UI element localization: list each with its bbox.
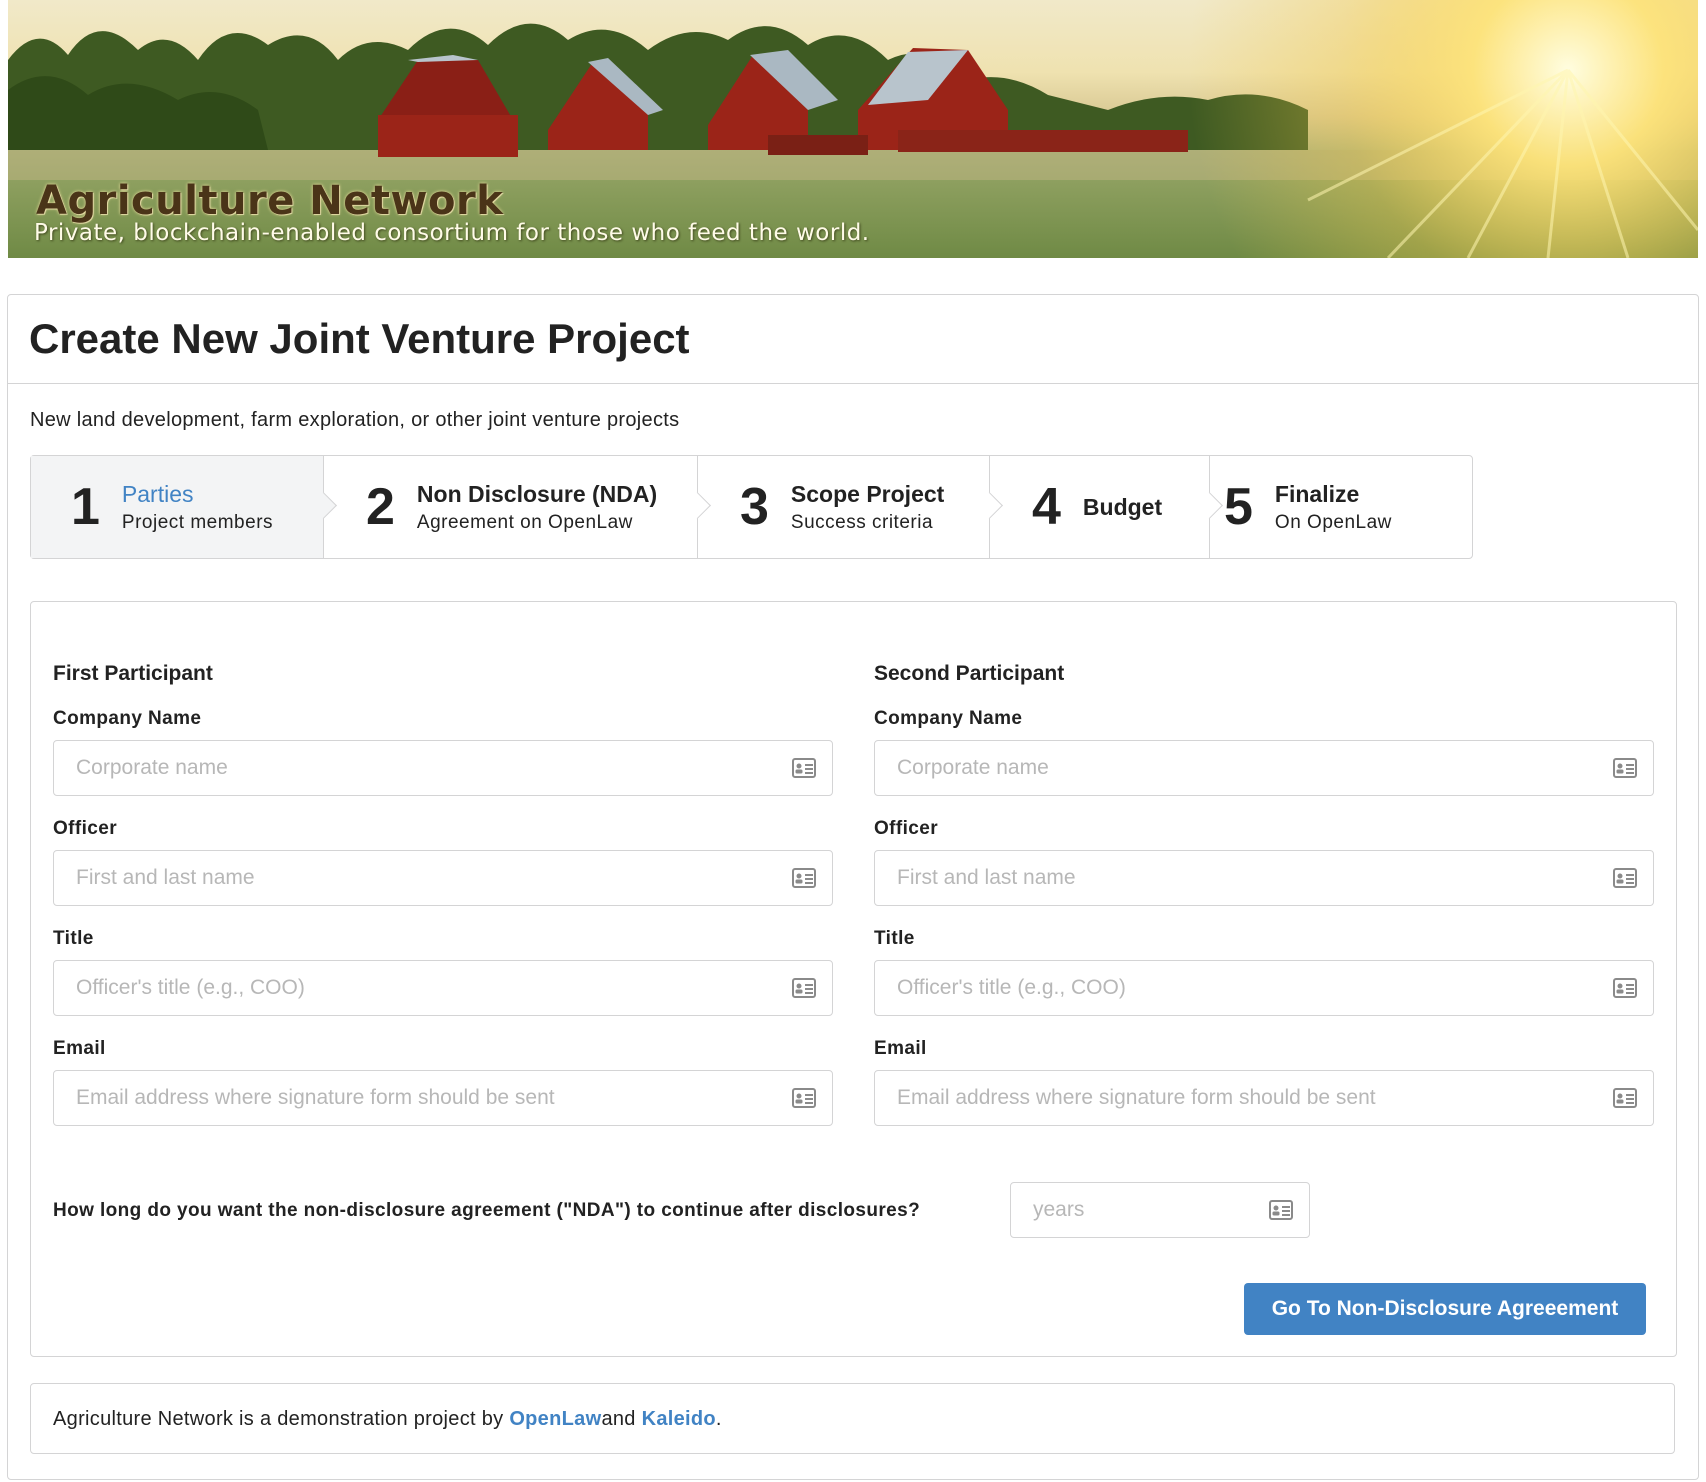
second-company-field — [874, 740, 1654, 796]
footer-text: Agriculture Network is a demonstration p… — [53, 1408, 722, 1431]
second-company-input[interactable] — [875, 741, 1653, 795]
id-card-icon — [792, 1088, 816, 1108]
id-card-icon — [792, 978, 816, 998]
step-number: 2 — [366, 478, 395, 536]
participants-form: First Participant Company Name Officer T… — [30, 601, 1677, 1357]
banner-subtitle: Private, blockchain-enabled consortium f… — [34, 220, 870, 246]
id-card-icon — [1269, 1200, 1293, 1220]
kaleido-link[interactable]: Kaleido — [642, 1408, 716, 1430]
step-title: Non Disclosure (NDA) — [416, 480, 658, 507]
second-participant-column: Second Participant Company Name Officer … — [874, 662, 1654, 1126]
first-company-field — [53, 740, 833, 796]
footer: Agriculture Network is a demonstration p… — [30, 1383, 1675, 1454]
second-email-input[interactable] — [875, 1071, 1653, 1125]
second-title-input[interactable] — [875, 961, 1653, 1015]
step-title: Parties — [121, 480, 194, 507]
footer-suffix: . — [715, 1408, 722, 1430]
second-email-label: Email — [874, 1038, 927, 1059]
second-company-label: Company Name — [874, 708, 1023, 729]
page-title: Create New Joint Venture Project — [29, 315, 690, 362]
page-description: New land development, farm exploration, … — [30, 409, 680, 431]
id-card-icon — [792, 758, 816, 778]
second-title-label: Title — [874, 928, 915, 949]
card-header: Create New Joint Venture Project — [8, 295, 1698, 384]
project-card: Create New Joint Venture Project New lan… — [7, 294, 1699, 1480]
header-banner: Agriculture Network Private, blockchain-… — [8, 0, 1698, 258]
second-title-field — [874, 960, 1654, 1016]
second-participant-heading: Second Participant — [874, 662, 1065, 685]
second-email-field — [874, 1070, 1654, 1126]
footer-middle: and — [601, 1408, 642, 1430]
second-officer-label: Officer — [874, 818, 939, 839]
openlaw-link[interactable]: OpenLaw — [509, 1408, 601, 1430]
first-email-label: Email — [53, 1038, 106, 1059]
second-officer-input[interactable] — [875, 851, 1653, 905]
banner-title: Agriculture Network — [36, 178, 504, 224]
id-card-icon — [792, 868, 816, 888]
id-card-icon — [1613, 978, 1637, 998]
first-title-label: Title — [53, 928, 94, 949]
step-subtitle: Success criteria — [790, 511, 934, 533]
first-email-input[interactable] — [54, 1071, 832, 1125]
first-title-field — [53, 960, 833, 1016]
step-parties[interactable]: 1 Parties Project members — [31, 456, 337, 558]
id-card-icon — [1613, 1088, 1637, 1108]
id-card-icon — [1613, 758, 1637, 778]
go-to-nda-button[interactable]: Go To Non-Disclosure Agreeement — [1244, 1283, 1646, 1335]
step-number: 1 — [71, 478, 100, 536]
step-subtitle: On OpenLaw — [1274, 511, 1392, 533]
first-company-label: Company Name — [53, 708, 202, 729]
step-number: 3 — [740, 478, 769, 536]
first-title-input[interactable] — [54, 961, 832, 1015]
step-number: 5 — [1224, 478, 1253, 536]
first-officer-label: Officer — [53, 818, 118, 839]
id-card-icon — [1613, 868, 1637, 888]
step-nda[interactable]: 2 Non Disclosure (NDA) Agreement on Open… — [324, 456, 711, 558]
step-finalize[interactable]: 5 Finalize On OpenLaw — [1210, 456, 1470, 558]
first-officer-input[interactable] — [54, 851, 832, 905]
step-subtitle: Agreement on OpenLaw — [416, 511, 633, 533]
second-officer-field — [874, 850, 1654, 906]
step-title: Budget — [1082, 493, 1163, 520]
first-participant-heading: First Participant — [53, 662, 213, 685]
first-officer-field — [53, 850, 833, 906]
nda-duration-field — [1010, 1182, 1310, 1238]
step-title: Scope Project — [790, 480, 945, 507]
nda-duration-question: How long do you want the non-disclosure … — [53, 1200, 921, 1221]
first-email-field — [53, 1070, 833, 1126]
step-scope[interactable]: 3 Scope Project Success criteria — [698, 456, 1003, 558]
step-indicator: 1 Parties Project members 2 Non Disclosu… — [30, 455, 1473, 559]
first-company-input[interactable] — [54, 741, 832, 795]
first-participant-column: First Participant Company Name Officer T… — [53, 662, 833, 1126]
step-budget[interactable]: 4 Budget — [990, 456, 1223, 558]
nda-years-input[interactable] — [1011, 1183, 1309, 1237]
step-title: Finalize — [1274, 480, 1360, 507]
step-number: 4 — [1032, 478, 1061, 536]
footer-prefix: Agriculture Network is a demonstration p… — [53, 1408, 510, 1430]
step-subtitle: Project members — [121, 511, 274, 533]
